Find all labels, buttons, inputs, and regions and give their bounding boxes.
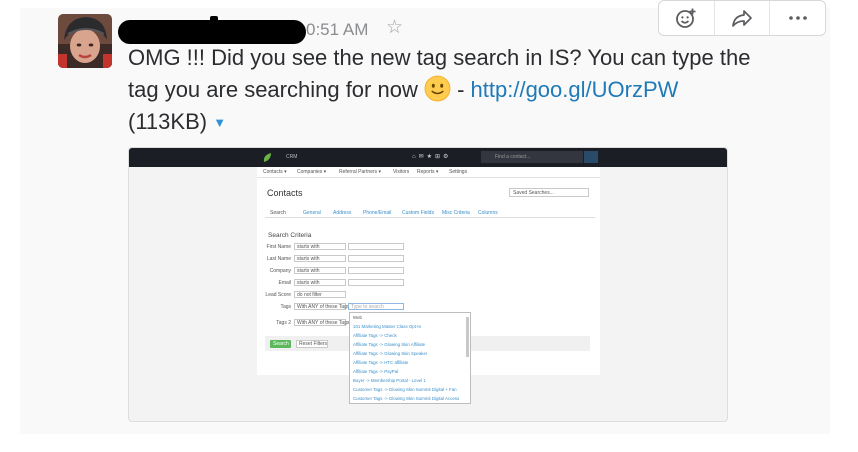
- tag-search-input[interactable]: Type to search: [348, 303, 404, 310]
- app-tab[interactable]: General: [303, 210, 321, 216]
- app-page-title: Contacts: [267, 188, 303, 198]
- tag-option[interactable]: Affiliate Tags -> Check: [350, 331, 470, 340]
- criteria-label: Company: [269, 268, 291, 274]
- app-brand: CRM: [286, 154, 298, 160]
- dropdown-scrollbar[interactable]: [466, 317, 469, 357]
- app-search-button[interactable]: [584, 151, 598, 163]
- criteria-label: Tags: [280, 304, 291, 310]
- app-search-placeholder: Find a contact...: [495, 154, 531, 160]
- criteria-label: First Name: [266, 244, 291, 250]
- more-actions-button[interactable]: [769, 1, 825, 35]
- star-icon[interactable]: ☆: [386, 16, 403, 39]
- criteria-label: Email: [278, 280, 291, 286]
- tag-option[interactable]: 101 Marketing Master Class Opt-In: [350, 322, 470, 331]
- tag-dropdown: Web 101 Marketing Master Class Opt-In Af…: [349, 312, 471, 404]
- criteria-operator[interactable]: starts with: [294, 255, 346, 262]
- add-reaction-button[interactable]: [659, 1, 714, 35]
- nav-item[interactable]: Visitors: [393, 169, 409, 175]
- criteria-label: Lead Score: [265, 292, 291, 298]
- app-search-box[interactable]: Find a contact...: [481, 151, 583, 163]
- add-reaction-icon: [676, 8, 696, 28]
- app-tab[interactable]: Custom Fields: [402, 210, 434, 216]
- image-attachment[interactable]: CRM ⌂✉★⊞⚙ Find a contact... Contacts ▾ C…: [128, 147, 728, 422]
- expand-caret-icon[interactable]: ▼: [213, 115, 226, 130]
- tag-option[interactable]: Affiliate Tags -> HTC affiliate: [350, 358, 470, 367]
- redacted-username-mark: [210, 16, 218, 22]
- criteria-value-input[interactable]: [348, 243, 404, 250]
- app-search-button-green[interactable]: Search: [270, 340, 291, 348]
- share-icon: [732, 10, 752, 27]
- criteria-operator[interactable]: starts with: [294, 243, 346, 250]
- nav-item[interactable]: Referral Partners ▾: [339, 169, 381, 175]
- search-criteria-heading: Search Criteria: [268, 232, 312, 239]
- tag-option[interactable]: Customer Tags -> Glowing Skin Summit Dig…: [350, 394, 470, 403]
- app-toolbar-icons: ⌂✉★⊞⚙: [412, 154, 452, 160]
- criteria-value-input[interactable]: [348, 279, 404, 286]
- redacted-username: [118, 20, 306, 44]
- app-reset-button[interactable]: Reset Filters: [296, 340, 328, 348]
- message-body: OMG !!! Did you see the new tag search i…: [128, 42, 768, 139]
- app-tab[interactable]: Misc Criteria: [442, 210, 470, 216]
- more-actions-icon: [788, 16, 807, 20]
- separator-text: -: [450, 77, 471, 102]
- tag-option[interactable]: Affiliate Tags -> Glowing Skin Affiliate: [350, 340, 470, 349]
- nav-item[interactable]: Reports ▾: [417, 169, 438, 175]
- criteria-value-input[interactable]: [348, 255, 404, 262]
- app-tab[interactable]: Search: [270, 210, 286, 216]
- slightly-smiling-face-icon: [424, 75, 451, 102]
- criteria-label: Tags 2: [276, 320, 291, 326]
- app-header-bar: CRM ⌂✉★⊞⚙ Find a contact...: [129, 148, 727, 167]
- nav-item[interactable]: Contacts ▾: [263, 169, 287, 175]
- app-tabs: Search General Address Phone/Email Custo…: [265, 207, 595, 218]
- tag-option[interactable]: Affiliate Tags -> PayPal: [350, 367, 470, 376]
- saved-search-select[interactable]: Saved Searches...: [509, 188, 589, 197]
- tag-option[interactable]: Buyer -> Membership Portal - Level 1: [350, 376, 470, 385]
- criteria-operator[interactable]: starts with: [294, 279, 346, 286]
- criteria-operator[interactable]: do not filter: [294, 291, 346, 298]
- criteria-operator[interactable]: With ANY of these Tags: [294, 303, 349, 310]
- nav-item[interactable]: Companies ▾: [297, 169, 326, 175]
- criteria-label: Last Name: [266, 256, 291, 262]
- tag-option[interactable]: Affiliate Tags -> Glowing Skin Speaker: [350, 349, 470, 358]
- message-actions-toolbar: [658, 0, 826, 36]
- share-message-button[interactable]: [713, 1, 770, 35]
- tag-option[interactable]: Web: [350, 313, 470, 322]
- saved-search-label: Saved Searches...: [513, 190, 554, 196]
- criteria-operator[interactable]: With ANY of these Tags: [294, 319, 349, 326]
- avatar[interactable]: [58, 14, 112, 68]
- message-timestamp[interactable]: 0:51 AM: [306, 20, 368, 40]
- app-tab[interactable]: Columns: [478, 210, 498, 216]
- app-nav: Contacts ▾ Companies ▾ Referral Partners…: [257, 167, 600, 178]
- criteria-value-input[interactable]: [348, 267, 404, 274]
- tag-option[interactable]: Customer Tags -> Glowing Skin Summit Dig…: [350, 385, 470, 394]
- message-link[interactable]: http://goo.gl/UOrzPW: [471, 77, 679, 102]
- app-tab[interactable]: Phone/Email: [363, 210, 391, 216]
- app-logo-icon: [263, 153, 271, 162]
- nav-item[interactable]: Settings: [449, 169, 467, 175]
- criteria-operator[interactable]: starts with: [294, 267, 346, 274]
- app-tab[interactable]: Address: [333, 210, 351, 216]
- file-size: (113KB): [128, 109, 208, 134]
